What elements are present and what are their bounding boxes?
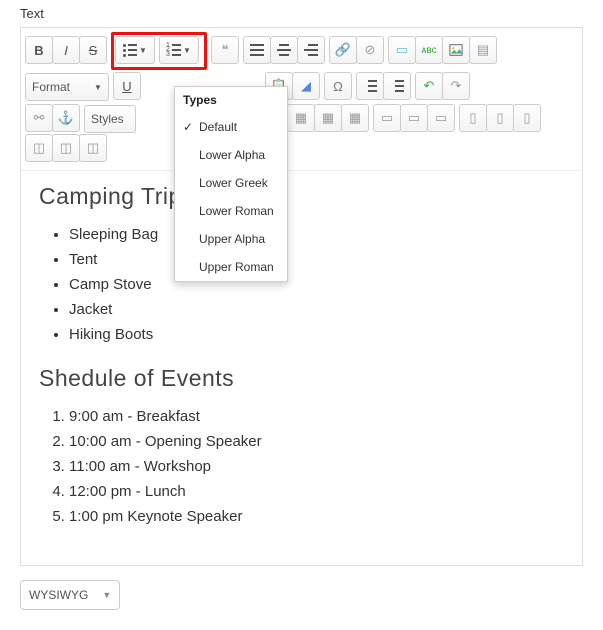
- unlink-button[interactable]: ⊘: [356, 36, 384, 64]
- list-type-lower-roman[interactable]: Lower Roman: [175, 197, 287, 225]
- list-type-lower-alpha[interactable]: Lower Alpha: [175, 141, 287, 169]
- col-delete-button[interactable]: ▯: [513, 104, 541, 132]
- list-type-default[interactable]: Default: [175, 113, 287, 141]
- heading-schedule: Shedule of Events: [39, 365, 564, 392]
- spellcheck-button[interactable]: ᴀʙᴄ: [415, 36, 443, 64]
- list-item: 12:00 pm - Lunch: [69, 479, 564, 504]
- format-select[interactable]: Format▼: [25, 73, 109, 101]
- list-types-title: Types: [175, 87, 287, 113]
- col-after-button[interactable]: ▯: [486, 104, 514, 132]
- text-editor: Types Default Lower Alpha Lower Greek Lo…: [20, 27, 583, 566]
- list-item: 11:00 am - Workshop: [69, 454, 564, 479]
- editor-mode-select[interactable]: WYSIWYG▼: [20, 580, 120, 610]
- cell-split-button[interactable]: ◫: [52, 134, 80, 162]
- indent-button[interactable]: [383, 72, 411, 100]
- bold-button[interactable]: B: [25, 36, 53, 64]
- ordered-list-button[interactable]: ▼: [159, 36, 199, 64]
- link-button[interactable]: 🔗: [329, 36, 357, 64]
- image-icon: [449, 43, 463, 57]
- ordered-list-icon: [167, 44, 181, 56]
- cell-props-button[interactable]: ◫: [79, 134, 107, 162]
- list-type-lower-greek[interactable]: Lower Greek: [175, 169, 287, 197]
- insert-media-button[interactable]: ▭: [388, 36, 416, 64]
- toolbar: B I S ▼ ▼: [21, 28, 582, 171]
- chevron-down-icon: ▼: [139, 46, 147, 55]
- list-item: Jacket: [69, 297, 564, 322]
- table-delete-button[interactable]: ▦: [341, 104, 369, 132]
- align-left-icon: [250, 44, 264, 56]
- redo-button[interactable]: ↷: [442, 72, 470, 100]
- list-item: Sleeping Bag: [69, 222, 564, 247]
- outdent-icon: [363, 80, 377, 92]
- italic-button[interactable]: I: [52, 36, 80, 64]
- table-row-button[interactable]: ▦: [287, 104, 315, 132]
- editor-content[interactable]: Camping Trip Sleeping Bag Tent Camp Stov…: [21, 171, 582, 565]
- anchor-button[interactable]: ⚓: [52, 104, 80, 132]
- list-types-menu: Types Default Lower Alpha Lower Greek Lo…: [174, 86, 288, 282]
- bullet-list-button[interactable]: ▼: [115, 36, 155, 64]
- list-item: Camp Stove: [69, 272, 564, 297]
- list-item: Tent: [69, 247, 564, 272]
- align-center-icon: [277, 44, 291, 56]
- align-center-button[interactable]: [270, 36, 298, 64]
- align-left-button[interactable]: [243, 36, 271, 64]
- table-merge-button[interactable]: ▭: [373, 104, 401, 132]
- table-split-button[interactable]: ▭: [400, 104, 428, 132]
- col-before-button[interactable]: ▯: [459, 104, 487, 132]
- cell-merge-button[interactable]: ◫: [25, 134, 53, 162]
- blockquote-button[interactable]: ❝: [211, 36, 239, 64]
- heading-camping: Camping Trip: [39, 183, 564, 210]
- bullet-list-icon: [123, 44, 137, 56]
- list-item: 1:00 pm Keynote Speaker: [69, 504, 564, 529]
- internal-link-button[interactable]: ⚯: [25, 104, 53, 132]
- styles-select[interactable]: Styles: [84, 105, 136, 133]
- chevron-down-icon: ▼: [94, 83, 102, 92]
- strikethrough-button[interactable]: S: [79, 36, 107, 64]
- chevron-down-icon: ▼: [183, 46, 191, 55]
- underline-button[interactable]: U: [113, 72, 141, 100]
- indent-icon: [390, 80, 404, 92]
- list-item: 9:00 am - Breakfast: [69, 404, 564, 429]
- outdent-button[interactable]: [356, 72, 384, 100]
- undo-button[interactable]: ↶: [415, 72, 443, 100]
- bullet-list: Sleeping Bag Tent Camp Stove Jacket Hiki…: [39, 222, 564, 347]
- list-buttons-highlight: ▼ ▼: [111, 32, 207, 70]
- align-right-icon: [304, 44, 318, 56]
- template-button[interactable]: ▤: [469, 36, 497, 64]
- list-type-upper-alpha[interactable]: Upper Alpha: [175, 225, 287, 253]
- image-button[interactable]: [442, 36, 470, 64]
- section-label: Text: [20, 0, 583, 27]
- table-col-button[interactable]: ▦: [314, 104, 342, 132]
- numbered-list: 9:00 am - Breakfast 10:00 am - Opening S…: [39, 404, 564, 529]
- chevron-down-icon: ▼: [102, 590, 111, 600]
- special-char-button[interactable]: Ω: [324, 72, 352, 100]
- eraser-button[interactable]: ◢: [292, 72, 320, 100]
- list-type-upper-roman[interactable]: Upper Roman: [175, 253, 287, 281]
- align-right-button[interactable]: [297, 36, 325, 64]
- table-cell-button[interactable]: ▭: [427, 104, 455, 132]
- list-item: 10:00 am - Opening Speaker: [69, 429, 564, 454]
- list-item: Hiking Boots: [69, 322, 564, 347]
